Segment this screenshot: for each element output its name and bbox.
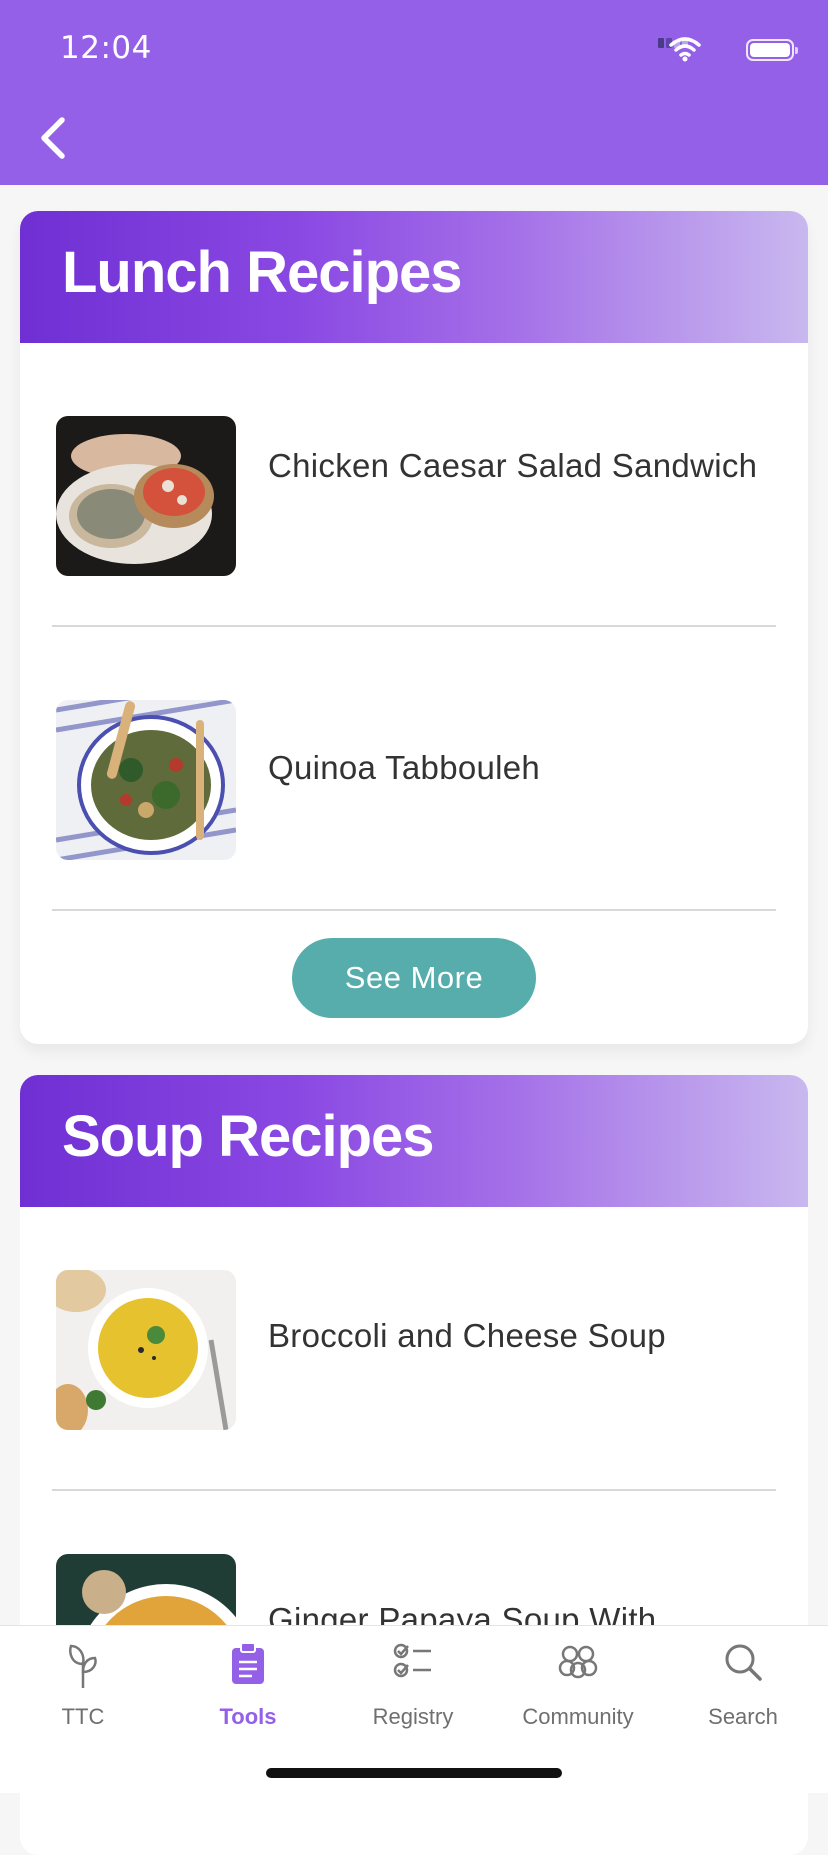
sprout-icon [69, 1644, 97, 1688]
recipe-row[interactable]: Quinoa Tabbouleh [20, 627, 808, 877]
search-icon [725, 1644, 762, 1681]
recipe-name: Quinoa Tabbouleh [268, 749, 541, 786]
bottom-tab-bar: TTC Tools Registry Community Search [0, 1625, 828, 1793]
tab-label: Registry [372, 1704, 454, 1729]
see-more-button[interactable]: See More [292, 938, 536, 1018]
battery-icon [746, 39, 798, 61]
section-title: Lunch Recipes [62, 240, 463, 305]
recipe-row[interactable]: Broccoli and Cheese Soup [20, 1207, 808, 1457]
recipe-thumbnail [56, 1270, 236, 1430]
section-title: Soup Recipes [62, 1104, 435, 1169]
section-banner: Soup Recipes [20, 1075, 808, 1207]
tab-tools[interactable]: Tools [165, 1626, 331, 1736]
checklist-icon [393, 1643, 431, 1678]
clipboard-icon [232, 1642, 264, 1684]
back-button[interactable] [34, 112, 78, 164]
divider [52, 909, 776, 911]
recipe-name: Broccoli and Cheese Soup [268, 1317, 666, 1354]
recipe-name: Chicken Caesar Salad Sandwich [268, 447, 758, 484]
tab-label: Community [522, 1704, 634, 1729]
app-header: 12:04 [0, 0, 828, 185]
recipe-thumbnail [56, 416, 236, 576]
people-icon [558, 1645, 598, 1679]
wifi-icon [669, 37, 701, 62]
section-banner: Lunch Recipes [20, 211, 808, 343]
tab-community[interactable]: Community [495, 1626, 661, 1736]
chevron-left-icon [41, 117, 65, 159]
lunch-recipes-card: Lunch Recipes Chicken Caesar Salad Sandw… [20, 211, 808, 1044]
tab-label: TTC [61, 1704, 105, 1729]
tab-label: Search [708, 1704, 778, 1729]
tab-label: Tools [219, 1704, 277, 1729]
recipe-row[interactable]: Chicken Caesar Salad Sandwich [20, 343, 808, 593]
status-time: 12:04 [60, 30, 152, 66]
tab-registry[interactable]: Registry [330, 1626, 496, 1736]
recipe-thumbnail [56, 700, 236, 860]
home-indicator [266, 1768, 562, 1778]
tab-search[interactable]: Search [660, 1626, 826, 1736]
tab-ttc[interactable]: TTC [0, 1626, 166, 1736]
